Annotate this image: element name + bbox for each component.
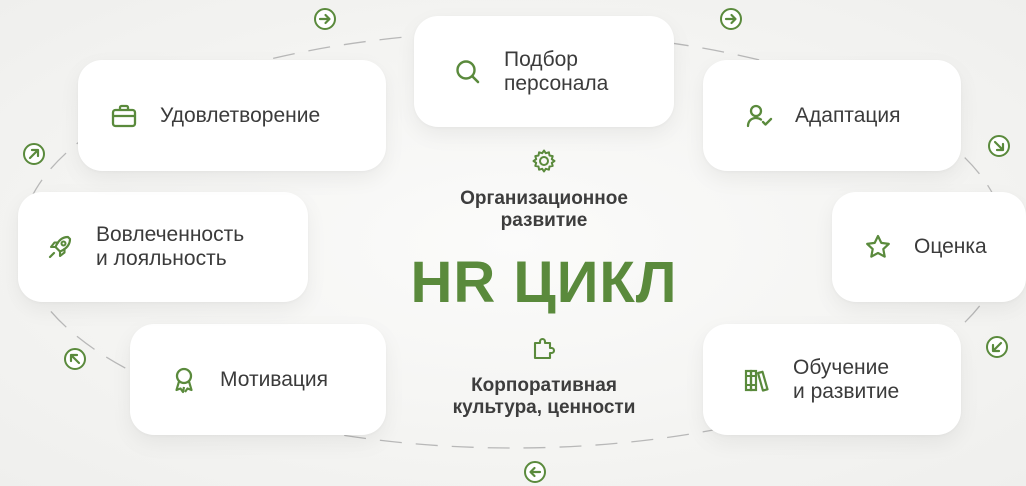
stage-label: Обучение и развитие [793,355,900,403]
gear-icon [531,148,557,174]
briefcase-icon [110,102,138,130]
stage-label: Вовлеченность и лояльность [96,223,245,270]
stage-card-adaptation[interactable]: Адаптация [703,60,961,171]
stage-card-engagement[interactable]: Вовлеченность и лояльность [18,192,308,302]
stage-card-training[interactable]: Обучение и развитие [703,324,961,435]
center-subtitle-top: Организационное развитие [460,188,628,231]
arrow-right-icon [719,7,743,31]
stage-card-assessment[interactable]: Оценка [832,192,1026,302]
stage-label: Удовлетворение [160,103,321,127]
search-icon [454,58,482,86]
stage-card-satisfaction[interactable]: Удовлетворение [78,60,386,171]
arrow-up-left-icon [63,347,87,371]
stage-label: Мотивация [220,367,329,391]
arrow-right-icon [313,7,337,31]
arrow-up-right-icon [22,142,46,166]
stage-card-recruitment[interactable]: Подбор персонала [414,16,674,127]
books-icon [743,366,771,394]
stage-label: Оценка [914,235,987,258]
star-icon [864,233,892,261]
center-subtitle-bottom: Корпоративная культура, ценности [452,375,636,418]
award-icon [170,366,198,394]
stage-label: Адаптация [795,103,901,127]
stage-card-motivation[interactable]: Мотивация [130,324,386,435]
rocket-icon [46,233,74,261]
arrow-down-right-icon [987,134,1011,158]
center-title: HR ЦИКЛ [410,250,678,315]
puzzle-icon [531,335,557,361]
stage-label: Подбор персонала [504,47,609,95]
arrow-down-left-icon [985,335,1009,359]
user-check-icon [745,102,773,130]
arrow-left-icon [523,460,547,484]
